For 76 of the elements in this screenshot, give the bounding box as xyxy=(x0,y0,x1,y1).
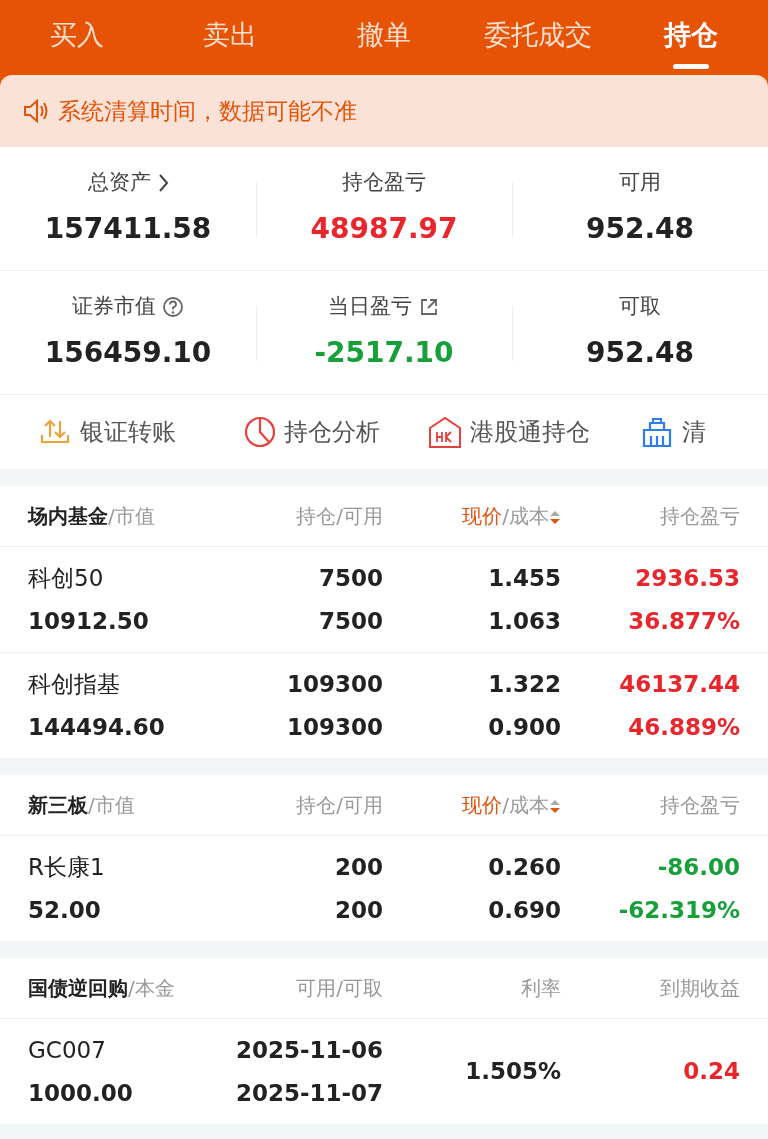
security-name: 科创指基 xyxy=(28,670,121,699)
summary-value: 952.48 xyxy=(585,211,695,248)
column-header: 新三板 xyxy=(28,793,88,817)
column-header: 国债逆回购 xyxy=(28,976,128,1000)
column-header: 持仓盈亏 xyxy=(659,792,740,819)
summary-value: 952.48 xyxy=(585,335,695,372)
column-header: 可用/可取 xyxy=(295,975,383,1002)
column-header: 持仓/可用 xyxy=(295,792,383,819)
table-cell-text: 109300 xyxy=(285,670,383,699)
notice-text: 系统清算时间，数据可能不准 xyxy=(58,96,357,126)
table-cell-text: 2025-11-06 xyxy=(234,1036,383,1065)
tab[interactable]: 买入 xyxy=(0,14,154,57)
sort-header[interactable]: 现价 xyxy=(462,793,503,817)
column-header: 持仓/可用 xyxy=(295,503,383,530)
market-value: 1000.00 xyxy=(28,1078,134,1108)
profit-value: 2936.53 xyxy=(634,564,740,593)
shortcut-button[interactable]: 持仓分析 xyxy=(244,414,380,450)
tab-indicator xyxy=(673,63,710,69)
summary-value: 48987.97 xyxy=(310,211,458,248)
sort-icon xyxy=(549,799,561,814)
table-cell-text: 1.322 xyxy=(487,670,561,699)
profit-value: -62.319% xyxy=(617,895,740,925)
table-cell-text: 1.455 xyxy=(487,564,561,593)
table-cell-text: 200 xyxy=(334,895,383,925)
table-cell-text: 1.505% xyxy=(464,1057,561,1087)
help-icon xyxy=(162,295,184,318)
table-cell-text: 0.900 xyxy=(487,712,561,742)
security-name: 科创50 xyxy=(28,564,105,593)
tab[interactable]: 撤单 xyxy=(307,14,461,57)
profit-value: 36.877% xyxy=(627,606,740,636)
column-header: /市值 xyxy=(108,504,155,528)
column-header: /成本 xyxy=(502,504,549,528)
tab[interactable]: 卖出 xyxy=(153,14,308,57)
speaker-icon xyxy=(22,98,48,124)
column-header: 持仓盈亏 xyxy=(659,503,740,530)
pie-chart-icon xyxy=(244,416,276,448)
profit-value: 0.24 xyxy=(682,1057,740,1087)
table-cell-text: 0.690 xyxy=(487,895,561,925)
summary-label: 证券市值 xyxy=(72,292,156,320)
column-header: 利率 xyxy=(521,976,561,1000)
summary-value: 157411.58 xyxy=(44,211,212,248)
column-header: 到期收益 xyxy=(659,975,740,1002)
market-value: 10912.50 xyxy=(28,606,150,636)
column-header: /本金 xyxy=(128,976,175,1000)
table-cell-text: 200 xyxy=(334,853,383,882)
summary-label: 持仓盈亏 xyxy=(342,168,426,196)
column-header: 场内基金 xyxy=(28,504,108,528)
security-name: R长康1 xyxy=(28,853,106,882)
table-cell-text: 7500 xyxy=(318,564,383,593)
column-header: /成本 xyxy=(502,793,549,817)
table-cell-text: 1.063 xyxy=(487,606,561,636)
column-header: /市值 xyxy=(88,793,135,817)
sort-header[interactable]: 现价 xyxy=(462,504,503,528)
shortcut-button[interactable]: 银证转账 xyxy=(38,414,176,450)
tab[interactable]: 持仓 xyxy=(614,14,768,70)
summary-label: 可用 xyxy=(619,168,661,196)
table-cell-text: 109300 xyxy=(285,712,383,742)
sort-icon xyxy=(549,510,561,525)
profit-value: 46137.44 xyxy=(618,670,740,699)
summary-value: 156459.10 xyxy=(44,335,212,372)
profit-value: 46.889% xyxy=(627,712,740,742)
house-icon xyxy=(428,415,462,449)
profit-value: -86.00 xyxy=(656,853,740,882)
summary-label: 总资产 xyxy=(87,168,151,196)
summary-label: 当日盈亏 xyxy=(328,292,412,320)
tab[interactable]: 委托成交 xyxy=(460,14,615,57)
table-cell-text: 0.260 xyxy=(487,853,561,882)
shortcut-button[interactable]: 清 xyxy=(640,414,706,450)
security-name: GC007 xyxy=(28,1036,107,1065)
summary-label: 可取 xyxy=(619,292,661,320)
market-value: 52.00 xyxy=(28,895,102,925)
shortcut-button[interactable]: 港股通持仓 xyxy=(428,414,590,450)
market-value: 144494.60 xyxy=(28,712,166,742)
table-cell-text: 2025-11-07 xyxy=(234,1078,383,1108)
summary-value: -2517.10 xyxy=(314,335,454,372)
table-cell-text: 7500 xyxy=(318,606,383,636)
